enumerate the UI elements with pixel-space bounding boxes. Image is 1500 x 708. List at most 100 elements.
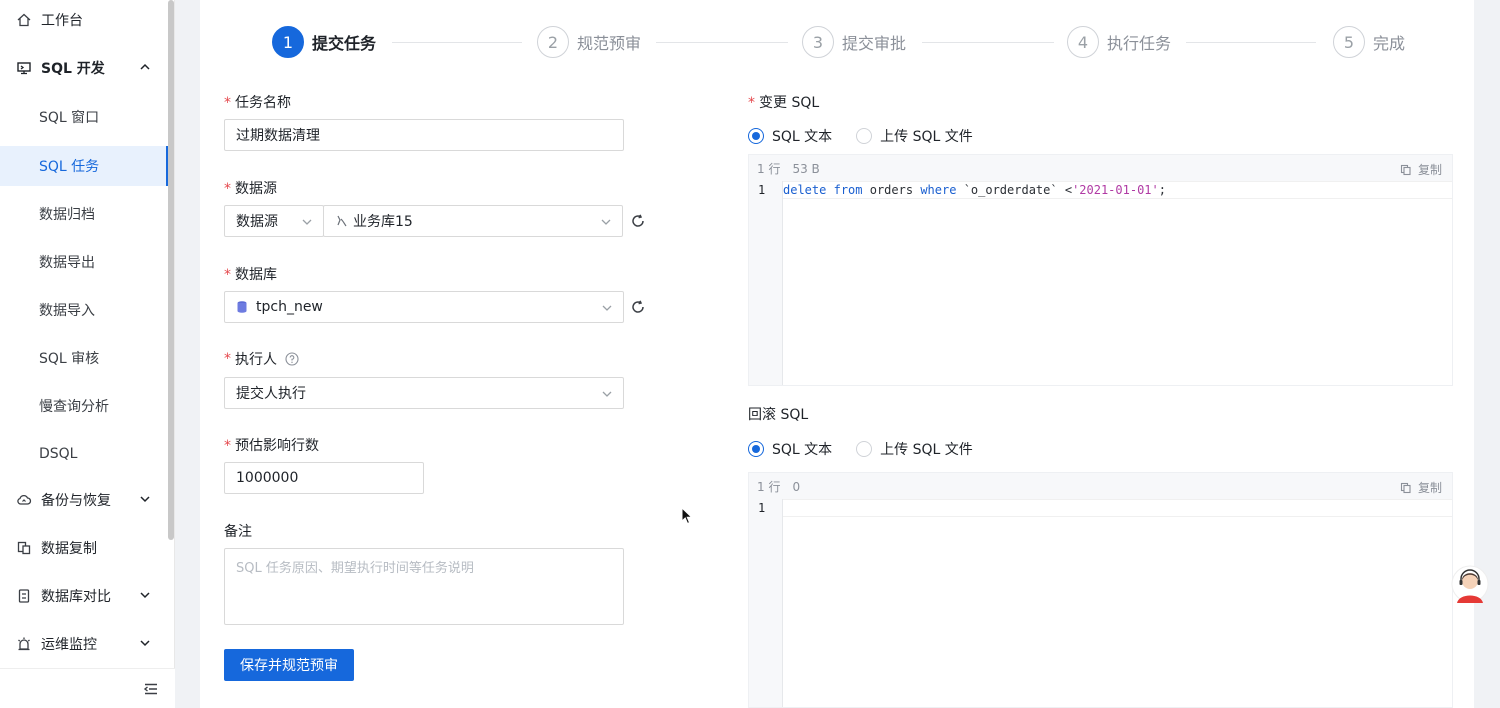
radio-sql-text[interactable]: SQL 文本 — [748, 126, 832, 146]
code-line: delete from orders where `o_orderdate` <… — [783, 181, 1452, 199]
radio-unchecked[interactable] — [856, 128, 873, 144]
editor-gutter: 1 — [749, 181, 783, 385]
radio-upload-file[interactable]: 上传 SQL 文件 — [856, 126, 973, 146]
database-select[interactable]: tpch_new — [224, 291, 624, 323]
radio-upload-file[interactable]: 上传 SQL 文件 — [856, 439, 973, 459]
step-connector — [656, 42, 788, 43]
step-connector — [1186, 42, 1316, 43]
datasource-type-select[interactable]: 数据源 — [224, 205, 324, 237]
copy-icon — [1400, 482, 1411, 493]
compare-icon — [15, 587, 33, 605]
line-number: 1 — [758, 501, 766, 515]
remark-textarea[interactable]: SQL 任务原因、期望执行时间等任务说明 — [224, 548, 624, 625]
sidebar-item-db-compare[interactable]: 数据库对比 — [0, 576, 168, 616]
sidebar-item-data-replication[interactable]: 数据复制 — [0, 528, 168, 568]
estimated-rows-label: * 预估影响行数 — [224, 438, 319, 454]
executor-label: * 执行人 — [224, 349, 299, 369]
copy-data-icon — [15, 539, 33, 557]
sidebar-item-sql-window[interactable]: SQL 窗口 — [0, 97, 168, 137]
sidebar-item-sql-dev[interactable]: SQL 开发 — [0, 48, 168, 88]
radio-checked[interactable] — [748, 441, 764, 457]
sidebar-scrollbar[interactable] — [168, 0, 174, 540]
chevron-down-icon — [140, 592, 150, 599]
sidebar-item-label: SQL 任务 — [39, 159, 100, 175]
refresh-icon[interactable] — [630, 213, 646, 229]
sidebar-item-label: 数据导出 — [39, 255, 95, 271]
sidebar-item-label: 运维监控 — [41, 637, 97, 653]
sidebar-item-backup[interactable]: 备份与恢复 — [0, 480, 168, 520]
save-and-review-button[interactable]: 保存并规范预审 — [224, 649, 354, 681]
sidebar-item-label: 慢查询分析 — [39, 399, 109, 415]
size-info: 53 B — [792, 161, 820, 176]
code-input[interactable]: delete from orders where `o_orderdate` <… — [783, 181, 1452, 385]
editor-header: 1 行 0 复制 — [749, 473, 1452, 499]
radio-sql-text[interactable]: SQL 文本 — [748, 439, 832, 459]
monitor-icon — [15, 59, 33, 77]
sidebar-item-label: SQL 窗口 — [39, 110, 100, 126]
sidebar-item-data-archive[interactable]: 数据归档 — [0, 194, 168, 234]
step-execute-task: 4 执行任务 — [1067, 26, 1171, 58]
estimated-rows-input[interactable]: 1000000 — [224, 462, 424, 494]
copy-button[interactable]: 复制 — [1400, 479, 1442, 496]
sidebar-item-slow-query[interactable]: 慢查询分析 — [0, 386, 168, 426]
step-number: 5 — [1333, 26, 1365, 58]
task-name-input[interactable]: 过期数据清理 — [224, 119, 624, 151]
step-label: 提交审批 — [842, 34, 907, 53]
chevron-down-icon — [602, 305, 612, 311]
support-avatar-icon[interactable] — [1451, 563, 1489, 605]
sidebar-item-label: DSQL — [39, 446, 78, 462]
sidebar-item-label: 数据归档 — [39, 207, 95, 223]
collapse-menu-icon[interactable] — [143, 681, 159, 697]
change-sql-editor: 1 行 53 B 复制 1 delete from orders where `o… — [748, 154, 1453, 386]
database-icon — [237, 301, 247, 313]
radio-unchecked[interactable] — [856, 441, 873, 457]
step-label: 提交任务 — [312, 34, 377, 53]
line-count: 1 行 — [757, 479, 781, 494]
step-number: 1 — [272, 26, 304, 58]
step-number: 3 — [802, 26, 834, 58]
datasource-icon — [337, 215, 347, 227]
sidebar-item-label: 工作台 — [41, 13, 83, 29]
rollback-sql-editor: 1 行 0 复制 1 — [748, 472, 1453, 708]
task-name-label: * 任务名称 — [224, 95, 291, 111]
remark-label: 备注 — [224, 524, 252, 540]
sidebar-item-sql-review[interactable]: SQL 审核 — [0, 338, 168, 378]
step-label: 规范预审 — [577, 34, 642, 53]
progress-steps: 1 提交任务 2 规范预审 3 提交审批 4 执行任务 5 完成 — [200, 20, 1474, 64]
datasource-label: * 数据源 — [224, 181, 277, 197]
sidebar-item-label: 数据导入 — [39, 303, 95, 319]
sidebar-item-sql-task[interactable]: SQL 任务 — [0, 146, 169, 186]
chevron-down-icon — [302, 219, 312, 225]
sidebar-item-data-import[interactable]: 数据导入 — [0, 290, 168, 330]
sidebar-item-ops-monitor[interactable]: 运维监控 — [0, 624, 168, 664]
chevron-down-icon — [602, 391, 612, 397]
sidebar-item-data-export[interactable]: 数据导出 — [0, 242, 168, 282]
step-connector — [392, 42, 522, 43]
refresh-icon[interactable] — [630, 299, 646, 315]
executor-select[interactable]: 提交人执行 — [224, 377, 624, 409]
step-spec-review: 2 规范预审 — [537, 26, 641, 58]
sidebar: 工作台 SQL 开发 SQL 窗口 SQL 任务 数据归档 数据导出 数据导入 … — [0, 0, 175, 708]
code-input[interactable] — [783, 499, 1452, 707]
cloud-backup-icon — [15, 491, 33, 509]
datasource-select[interactable]: 业务库15 — [323, 205, 623, 237]
radio-checked[interactable] — [748, 128, 764, 144]
step-done: 5 完成 — [1333, 26, 1405, 58]
sidebar-item-label: 备份与恢复 — [41, 493, 111, 509]
database-label: * 数据库 — [224, 267, 277, 283]
help-icon[interactable] — [285, 352, 299, 366]
sidebar-item-label: SQL 开发 — [41, 61, 105, 77]
editor-gutter: 1 — [749, 499, 783, 707]
sidebar-item-workbench[interactable]: 工作台 — [0, 0, 168, 40]
step-connector — [922, 42, 1054, 43]
copy-icon — [1400, 164, 1411, 175]
sidebar-item-dsql[interactable]: DSQL — [0, 434, 168, 474]
sidebar-item-label: 数据复制 — [41, 541, 97, 557]
sidebar-footer — [0, 668, 175, 708]
sidebar-item-label: SQL 审核 — [39, 351, 100, 367]
copy-button[interactable]: 复制 — [1400, 161, 1442, 178]
code-line — [783, 499, 1452, 517]
size-info: 0 — [792, 479, 801, 494]
alarm-icon — [15, 635, 33, 653]
editor-header: 1 行 53 B 复制 — [749, 155, 1452, 181]
